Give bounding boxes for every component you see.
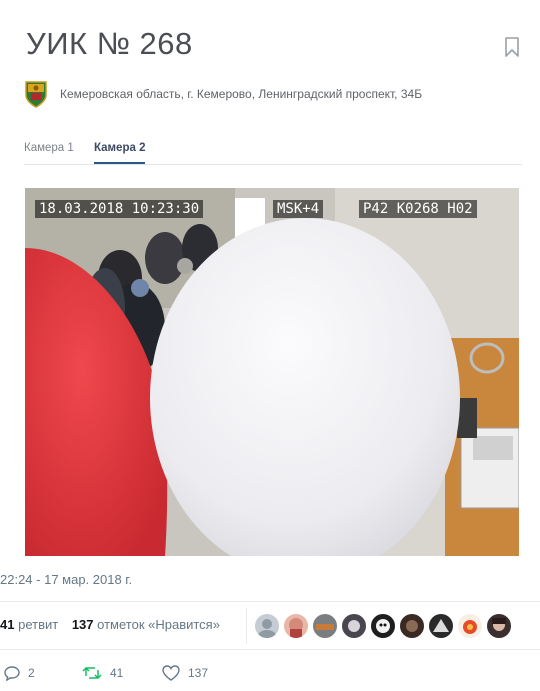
divider [0, 601, 540, 602]
like-count: 137 [188, 666, 209, 680]
retweet-count: 41 [110, 666, 124, 680]
avatar[interactable] [486, 613, 512, 639]
camera-tabs: Камера 1 Камера 2 [24, 138, 522, 165]
tab-camera-1[interactable]: Камера 1 [24, 142, 74, 162]
reply-button[interactable]: 2 [4, 663, 35, 683]
page-title: УИК № 268 [26, 26, 193, 61]
divider [0, 649, 540, 650]
avatar[interactable] [283, 613, 309, 639]
tweet-datetime[interactable]: 22:24 - 17 мар. 2018 г. [0, 572, 132, 587]
avatar[interactable] [370, 613, 396, 639]
stats-separator [246, 608, 247, 644]
avatar[interactable] [457, 613, 483, 639]
coat-of-arms-icon [25, 81, 47, 108]
tab-camera-2[interactable]: Камера 2 [94, 142, 146, 164]
avatar[interactable] [341, 613, 367, 639]
retweet-icon [82, 666, 102, 680]
address-text: Кемеровская область, г. Кемерово, Ленинг… [60, 87, 423, 101]
retweets-label[interactable]: ретвит [18, 617, 58, 632]
retweet-button[interactable]: 41 [82, 663, 123, 683]
camera-scene [25, 188, 519, 556]
reply-count: 2 [28, 666, 35, 680]
tweet-actions: 2 41 137 [0, 663, 540, 683]
tweet-stats: 41 ретвит 137 отметок «Нравится» [0, 617, 220, 632]
reply-icon [4, 666, 20, 681]
camera-video-feed[interactable]: 18.03.2018 10:23:30 MSK+4 P42 K0268 H02 [25, 188, 519, 556]
camera-timestamp: 18.03.2018 10:23:30 [35, 200, 204, 218]
polling-station-card: УИК № 268 Кемеровская область, г. Кемеро… [0, 0, 540, 556]
avatar[interactable] [428, 613, 454, 639]
avatar[interactable] [254, 613, 280, 639]
likes-label[interactable]: отметок «Нравится» [97, 617, 220, 632]
camera-ids: P42 K0268 H02 [359, 200, 477, 218]
like-button[interactable]: 137 [162, 663, 208, 683]
likes-count[interactable]: 137 [72, 617, 94, 632]
heart-icon [162, 665, 180, 681]
bookmark-icon[interactable] [504, 37, 520, 57]
avatar[interactable] [399, 613, 425, 639]
retweets-count[interactable]: 41 [0, 617, 14, 632]
avatar[interactable] [312, 613, 338, 639]
camera-timezone: MSK+4 [273, 200, 324, 218]
